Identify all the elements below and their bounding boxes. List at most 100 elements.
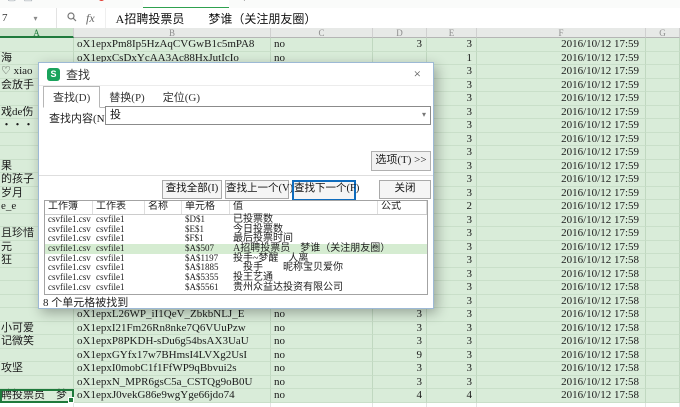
cell-e[interactable]: 3 (427, 79, 477, 93)
cell-a[interactable]: 小可爱 (0, 322, 74, 336)
cell-d[interactable]: 9 (373, 349, 427, 363)
column-header-b[interactable]: B (74, 28, 271, 38)
tab-replace[interactable]: 替换(P) (100, 87, 153, 107)
cell-f[interactable]: 2016/10/12 17:58 (477, 322, 646, 336)
chevron-down-icon[interactable]: ▾ (422, 111, 426, 119)
tab-close-icon[interactable]: × (213, 0, 218, 2)
cell-e[interactable]: 1 (427, 52, 477, 66)
cell-b[interactable]: oX1epxJ0vekG86e9wgYge66jdo74 (74, 389, 271, 403)
new-tab-button[interactable]: + (241, 0, 248, 6)
chevron-down-icon[interactable]: ▾ (34, 14, 38, 23)
cell-d[interactable]: 3 (373, 376, 427, 390)
cell-g[interactable] (646, 322, 680, 336)
cell-e[interactable]: 3 (427, 173, 477, 187)
cell-g[interactable] (646, 362, 680, 376)
cell-f[interactable]: 2016/10/12 17:58 (477, 362, 646, 376)
cell-g[interactable] (646, 214, 680, 228)
undo-icon[interactable]: ↺ (40, 0, 48, 3)
cell-f[interactable]: 2016/10/12 17:58 (477, 295, 646, 309)
column-header-d[interactable]: D (373, 28, 427, 38)
cell-e[interactable]: 3 (427, 349, 477, 363)
cell-c[interactable]: no (271, 335, 373, 349)
cell-e[interactable]: 3 (427, 376, 477, 390)
cell-g[interactable] (646, 227, 680, 241)
cell-g[interactable] (646, 160, 680, 174)
cell-g[interactable] (646, 349, 680, 363)
cell-c[interactable]: no (271, 376, 373, 390)
cell-f[interactable]: 2016/10/12 17:58 (477, 268, 646, 282)
find-next-button[interactable]: 查找下一个(F) (292, 180, 356, 201)
column-header-a[interactable]: A (0, 28, 74, 38)
cell-g[interactable] (646, 268, 680, 282)
cell-e[interactable]: 3 (427, 106, 477, 120)
cell-g[interactable] (646, 119, 680, 133)
insert-function-icon[interactable]: fx (86, 11, 95, 26)
cell-e[interactable]: 3 (427, 214, 477, 228)
column-header-c[interactable]: C (271, 28, 373, 38)
cell-a[interactable] (0, 308, 74, 322)
cell-f[interactable]: 2016/10/12 17:58 (477, 376, 646, 390)
column-header-g[interactable]: G (646, 28, 680, 38)
cell-c[interactable]: no (271, 349, 373, 363)
cell-g[interactable] (646, 187, 680, 201)
cell-b[interactable]: oX1epxGYfx17w7BHmsI4LVXg2UsI (74, 349, 271, 363)
cell-f[interactable]: 2016/10/12 17:58 (477, 335, 646, 349)
cell-a[interactable] (0, 349, 74, 363)
cell-f[interactable]: 2016/10/12 17:59 (477, 92, 646, 106)
selected-cell[interactable]: 聘投票员 梦 (0, 389, 74, 403)
cell-g[interactable] (646, 335, 680, 349)
cell-g[interactable] (646, 106, 680, 120)
search-icon[interactable] (67, 9, 77, 27)
cell-e[interactable]: 3 (427, 92, 477, 106)
cell-d[interactable]: 3 (373, 38, 427, 52)
cell-g[interactable] (646, 65, 680, 79)
cell-e[interactable]: 4 (427, 389, 477, 403)
cell-e[interactable]: 3 (427, 268, 477, 282)
cell-d[interactable]: 3 (373, 308, 427, 322)
cell-d[interactable]: 4 (373, 389, 427, 403)
cell-g[interactable] (646, 281, 680, 295)
cell-b[interactable]: oX1epxI21Fm26Rn8nke7Q6VUuPzw (74, 322, 271, 336)
cell-g[interactable] (646, 295, 680, 309)
cell-a[interactable] (0, 376, 74, 390)
cell-c[interactable]: no (271, 322, 373, 336)
cell-f[interactable]: 2016/10/12 17:58 (477, 389, 646, 403)
cell-e[interactable]: 3 (427, 308, 477, 322)
cell-e[interactable]: 3 (427, 187, 477, 201)
cell-d[interactable]: 3 (373, 322, 427, 336)
cell-empty[interactable] (373, 403, 427, 407)
cell-f[interactable]: 2016/10/12 17:59 (477, 119, 646, 133)
cell-c[interactable]: no (271, 308, 373, 322)
formula-input[interactable]: A招聘投票员 梦谁（关注朋友圈） (116, 10, 317, 27)
tab-goto[interactable]: 定位(G) (154, 87, 209, 107)
tab-find[interactable]: 查找(D) (43, 86, 100, 108)
cell-f[interactable]: 2016/10/12 17:59 (477, 187, 646, 201)
cell-g[interactable] (646, 308, 680, 322)
cell-b[interactable]: oX1epxI0mobC1f1FfWP9qBbvui2s (74, 362, 271, 376)
close-icon[interactable]: × (410, 66, 425, 82)
cell-b[interactable]: oX1epxPm8Ip5HzAqCVGwB1c5mPA8 (74, 38, 271, 52)
cell-f[interactable]: 2016/10/12 17:59 (477, 106, 646, 120)
cell-e[interactable]: 3 (427, 241, 477, 255)
column-header-e[interactable]: E (427, 28, 477, 38)
cell-f[interactable]: 2016/10/12 17:58 (477, 308, 646, 322)
cell-g[interactable] (646, 146, 680, 160)
cell-e[interactable]: 3 (427, 254, 477, 268)
cell-g[interactable] (646, 92, 680, 106)
cell-b[interactable]: oX1epxP8PKDH-sDu6g54bsAX3UaU (74, 335, 271, 349)
cell-empty[interactable] (477, 403, 646, 407)
cell-g[interactable] (646, 389, 680, 403)
cell-f[interactable]: 2016/10/12 17:59 (477, 214, 646, 228)
cell-e[interactable]: 3 (427, 322, 477, 336)
cell-e[interactable]: 3 (427, 160, 477, 174)
cell-g[interactable] (646, 79, 680, 93)
cell-g[interactable] (646, 376, 680, 390)
find-what-input[interactable]: 投 ▾ (105, 106, 431, 125)
cell-b[interactable]: oX1epxL26WP_iI1QeV_ZbkbNLJ_E (74, 308, 271, 322)
cell-a[interactable]: 攻坚 (0, 362, 74, 376)
cell-c[interactable]: no (271, 38, 373, 52)
cell-e[interactable]: 3 (427, 362, 477, 376)
cell-g[interactable] (646, 133, 680, 147)
cell-g[interactable] (646, 241, 680, 255)
cell-f[interactable]: 2016/10/12 17:59 (477, 200, 646, 214)
